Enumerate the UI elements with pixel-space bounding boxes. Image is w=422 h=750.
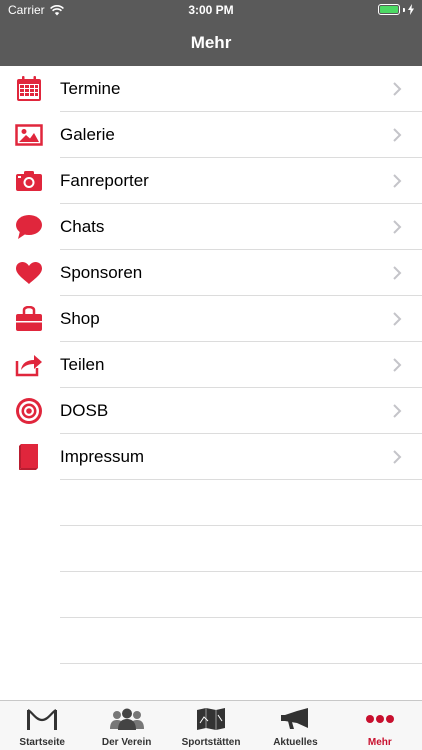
empty-row [0, 618, 422, 664]
chevron-right-icon [393, 358, 402, 372]
chevron-right-icon [393, 220, 402, 234]
chevron-right-icon [393, 82, 402, 96]
menu-item-teilen[interactable]: Teilen [0, 342, 422, 388]
chevron-right-icon [393, 404, 402, 418]
menu-item-dosb[interactable]: DOSB [0, 388, 422, 434]
menu-item-label: DOSB [60, 401, 109, 420]
menu-item-label: Chats [60, 217, 105, 236]
shopping-bag-icon [15, 306, 43, 332]
status-time: 3:00 PM [188, 3, 234, 17]
gate-icon [26, 705, 58, 733]
chevron-right-icon [393, 266, 402, 280]
battery-icon [378, 4, 414, 15]
people-icon [109, 705, 144, 733]
map-icon [196, 705, 226, 733]
menu-item-chats[interactable]: Chats [0, 204, 422, 250]
chevron-right-icon [393, 174, 402, 188]
menu-item-shop[interactable]: Shop [0, 296, 422, 342]
chevron-right-icon [393, 128, 402, 142]
tab-aktuelles[interactable]: Aktuelles [253, 701, 337, 750]
share-icon [15, 352, 43, 378]
tab-startseite[interactable]: Startseite [0, 701, 84, 750]
empty-row [0, 480, 422, 526]
menu-item-label: Sponsoren [60, 263, 143, 282]
menu-item-label: Teilen [60, 355, 105, 374]
target-icon [15, 398, 43, 424]
image-icon [15, 122, 43, 148]
charging-icon [408, 4, 414, 15]
menu-list: Termine Galerie Fanreporter Chats Sponso… [0, 66, 422, 664]
megaphone-icon [280, 705, 310, 733]
menu-item-galerie[interactable]: Galerie [0, 112, 422, 158]
more-dots-icon [365, 705, 395, 733]
tab-label: Startseite [19, 737, 65, 748]
menu-item-termine[interactable]: Termine [0, 66, 422, 112]
tab-sportstaetten[interactable]: Sportstätten [169, 701, 253, 750]
tab-bar: Startseite Der Verein Sportstätten Aktue… [0, 700, 422, 750]
menu-item-fanreporter[interactable]: Fanreporter [0, 158, 422, 204]
tab-der-verein[interactable]: Der Verein [84, 701, 168, 750]
status-bar: Carrier 3:00 PM [0, 0, 422, 20]
chevron-right-icon [393, 450, 402, 464]
heart-icon [15, 260, 43, 286]
empty-row [0, 572, 422, 618]
menu-item-label: Galerie [60, 125, 115, 144]
menu-item-label: Termine [60, 79, 121, 98]
menu-item-impressum[interactable]: Impressum [0, 434, 422, 480]
menu-item-label: Impressum [60, 447, 145, 466]
book-icon [15, 444, 43, 470]
navigation-bar: Mehr [0, 20, 422, 66]
menu-item-label: Fanreporter [60, 171, 149, 190]
tab-mehr[interactable]: Mehr [338, 701, 422, 750]
empty-row [0, 526, 422, 572]
tab-label: Mehr [367, 737, 392, 748]
tab-label: Aktuelles [273, 737, 318, 748]
calendar-icon [15, 76, 43, 102]
chat-bubble-icon [15, 214, 43, 240]
page-title: Mehr [190, 33, 232, 52]
chevron-right-icon [393, 312, 402, 326]
camera-icon [15, 168, 43, 194]
menu-item-sponsoren[interactable]: Sponsoren [0, 250, 422, 296]
tab-label: Der Verein [101, 737, 152, 748]
menu-item-label: Shop [60, 309, 100, 328]
tab-label: Sportstätten [181, 737, 241, 748]
